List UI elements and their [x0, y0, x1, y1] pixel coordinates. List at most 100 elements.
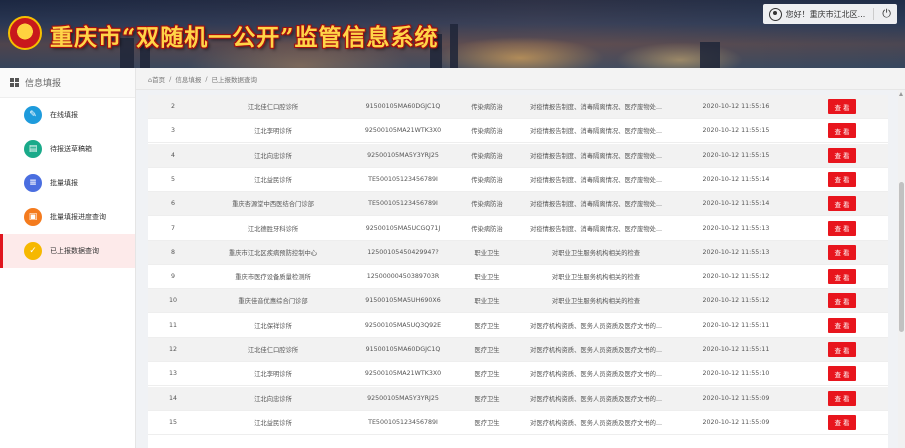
sidebar-item-label: 批量填报	[50, 179, 78, 187]
category-cell: 传染病防治	[471, 201, 503, 209]
org-name-cell: 重庆佳音优惠综合门诊部	[238, 298, 308, 306]
view-button[interactable]: 查 看	[828, 414, 856, 430]
org-name-cell: 江北益民诊所	[254, 176, 292, 184]
report-time-cell: 2020-10-12 11:55:12	[702, 297, 770, 305]
sidebar-item-label: 批量填报进度查询	[50, 213, 106, 221]
view-button[interactable]: 查 看	[828, 390, 856, 406]
category-cell: 传染病防治	[471, 152, 503, 160]
credit-code-cell: 12500000450389703R	[366, 273, 440, 281]
action-cell: 查 看	[796, 147, 888, 163]
category-cell: 传染病防治	[471, 128, 503, 136]
action-cell: 查 看	[796, 244, 888, 260]
view-button[interactable]: 查 看	[828, 269, 856, 285]
credit-code-cell: TE500105123456789I	[368, 418, 438, 426]
category-cell: 职业卫生	[474, 298, 500, 306]
sidebar-item-batch[interactable]: ≡ 批量填报	[0, 166, 135, 200]
inspection-desc-cell: 对医疗机构资质、医务人员资质及医疗文书的...	[530, 322, 662, 330]
row-number-cell: 12	[168, 346, 177, 353]
row-number-cell: 13	[168, 370, 177, 378]
action-cell: 查 看	[796, 414, 888, 430]
skyline-building	[450, 24, 458, 68]
view-button[interactable]: 查 看	[828, 99, 856, 114]
row-number-cell: 4	[170, 151, 175, 159]
credit-code-cell: 92500105MA21WTK3X0	[364, 127, 442, 135]
inspection-desc-cell: 对职业卫生服务机构相关的检查	[551, 274, 641, 282]
inspection-desc-cell: 对疫情报告制度、消毒隔离情况、医疗废物处...	[530, 128, 662, 136]
credit-code-cell: 92500105MA5UQ3Q92E	[364, 321, 442, 329]
org-name-cell: 江北益民诊所	[254, 419, 292, 427]
action-cell: 查 看	[796, 196, 888, 212]
scroll-up-arrow-icon[interactable]	[899, 92, 903, 96]
credit-code-cell: 92500105MA21WTK3X0	[364, 370, 442, 378]
row-number-cell: 8	[170, 248, 175, 256]
view-button[interactable]: 查 看	[828, 293, 856, 309]
view-button[interactable]: 查 看	[828, 123, 856, 139]
sidebar-heading-label: 信息填报	[25, 79, 62, 89]
table-row: 14 江北向忠诊所 92500105MA5Y3YRJ25 医疗卫生 对医疗机构资质、医务…	[148, 386, 888, 411]
edit-icon: ✎	[24, 106, 42, 124]
sidebar-item-draft[interactable]: ▤ 待报送草稿箱	[0, 132, 135, 166]
org-name-cell: 江北李明诊所	[254, 128, 292, 136]
credit-code-cell: 91500105MA60DGJC1Q	[365, 346, 441, 353]
category-cell: 医疗卫生	[474, 419, 500, 427]
sidebar-heading: 信息填报	[0, 68, 135, 98]
view-button[interactable]: 查 看	[828, 244, 856, 260]
table-row: 3 江北李明诊所 92500105MA21WTK3X0 传染病防治 对疫情报告制度、消毒…	[148, 119, 888, 144]
view-button[interactable]: 查 看	[828, 366, 856, 382]
breadcrumb-item[interactable]: ⌂首页	[148, 74, 165, 84]
sidebar-item-progress[interactable]: ▣ 批量填报进度查询	[0, 200, 135, 234]
report-time-cell: 2020-10-12 11:55:12	[702, 273, 770, 281]
report-time-cell: 2020-10-12 11:55:14	[702, 200, 770, 208]
view-button[interactable]: 查 看	[828, 317, 856, 333]
view-button[interactable]: 查 看	[828, 196, 856, 212]
divider	[873, 8, 875, 20]
power-icon[interactable]: ⏻	[882, 7, 891, 21]
table-row: 11 江北保祥诊所 92500105MA5UQ3Q92E 医疗卫生 对医疗机构资质、医务…	[148, 313, 888, 338]
sidebar: 信息填报 ✎ 在线填报 ▤ 待报送草稿箱 ≡ 批量填报 ▣ 批量填报进度查询 ✓ 已上报数据查询	[0, 68, 136, 448]
user-menu[interactable]: 您好！重庆市江北区... ⏻	[762, 4, 897, 24]
org-name-cell: 重庆杏源堂中西医结合门诊部	[232, 201, 314, 209]
inspection-desc-cell: 对医疗机构资质、医务人员资质及医疗文书的...	[530, 371, 662, 379]
scroll-thumb[interactable]	[899, 182, 904, 332]
report-time-cell: 2020-10-12 11:55:09	[702, 394, 770, 402]
category-cell: 医疗卫生	[474, 347, 500, 354]
breadcrumb-item[interactable]: 已上报数据查询	[212, 74, 258, 84]
sidebar-item-edit[interactable]: ✎ 在线填报	[0, 98, 135, 132]
action-cell: 查 看	[796, 293, 888, 309]
category-cell: 传染病防治	[471, 104, 503, 111]
credit-code-cell: TE500105123456789I	[368, 175, 438, 183]
row-number-cell: 6	[170, 200, 175, 208]
org-name-cell: 江北佳仁口腔诊所	[247, 104, 299, 111]
table-row: 6 重庆杏源堂中西医结合门诊部 TE500105123456789I 传染病防治 对疫情…	[148, 192, 888, 217]
inspection-desc-cell: 对职业卫生服务机构相关的检查	[551, 249, 641, 257]
inspection-desc-cell: 对疫情报告制度、消毒隔离情况、医疗废物处...	[530, 201, 662, 209]
inspection-desc-cell: 对疫情报告制度、消毒隔离情况、医疗废物处...	[530, 176, 662, 184]
breadcrumb: ⌂首页 / 信息填报 / 已上报数据查询	[136, 68, 905, 90]
row-number-cell: 11	[168, 321, 177, 329]
breadcrumb-item[interactable]: 信息填报	[175, 74, 201, 84]
view-button[interactable]: 查 看	[828, 147, 856, 163]
credit-code-cell: 92500105MA5Y3YRJ25	[367, 151, 439, 159]
row-number-cell: 10	[168, 297, 177, 305]
scrollbar[interactable]	[898, 90, 905, 448]
view-button[interactable]: 查 看	[828, 342, 856, 357]
view-button[interactable]: 查 看	[828, 171, 856, 187]
org-name-cell: 江北德胜牙科诊所	[247, 225, 299, 233]
results-table: 2 江北佳仁口腔诊所 91500105MA60DGJC1Q 传染病防治 对疫情报告制度、…	[148, 95, 888, 448]
national-emblem-icon	[8, 16, 42, 50]
table-row: 4 江北向忠诊所 92500105MA5Y3YRJ25 传染病防治 对疫情报告制度、消毒…	[148, 143, 888, 168]
report-time-cell: 2020-10-12 11:55:11	[702, 321, 770, 329]
user-greeting[interactable]: 您好！重庆市江北区...	[786, 9, 866, 20]
report-time-cell: 2020-10-12 11:55:14	[702, 175, 770, 183]
credit-code-cell: 12500105450429947?	[367, 248, 439, 256]
row-number-cell: 14	[168, 394, 177, 402]
sidebar-item-query[interactable]: ✓ 已上报数据查询	[0, 234, 135, 268]
sidebar-item-label: 在线填报	[50, 111, 78, 119]
view-button[interactable]: 查 看	[828, 220, 856, 236]
category-cell: 传染病防治	[471, 176, 503, 184]
org-name-cell: 江北李明诊所	[254, 371, 292, 379]
report-time-cell: 2020-10-12 11:55:09	[702, 418, 770, 426]
report-time-cell: 2020-10-12 11:55:13	[702, 248, 770, 256]
breadcrumb-separator: /	[205, 74, 208, 83]
user-icon	[768, 7, 782, 21]
